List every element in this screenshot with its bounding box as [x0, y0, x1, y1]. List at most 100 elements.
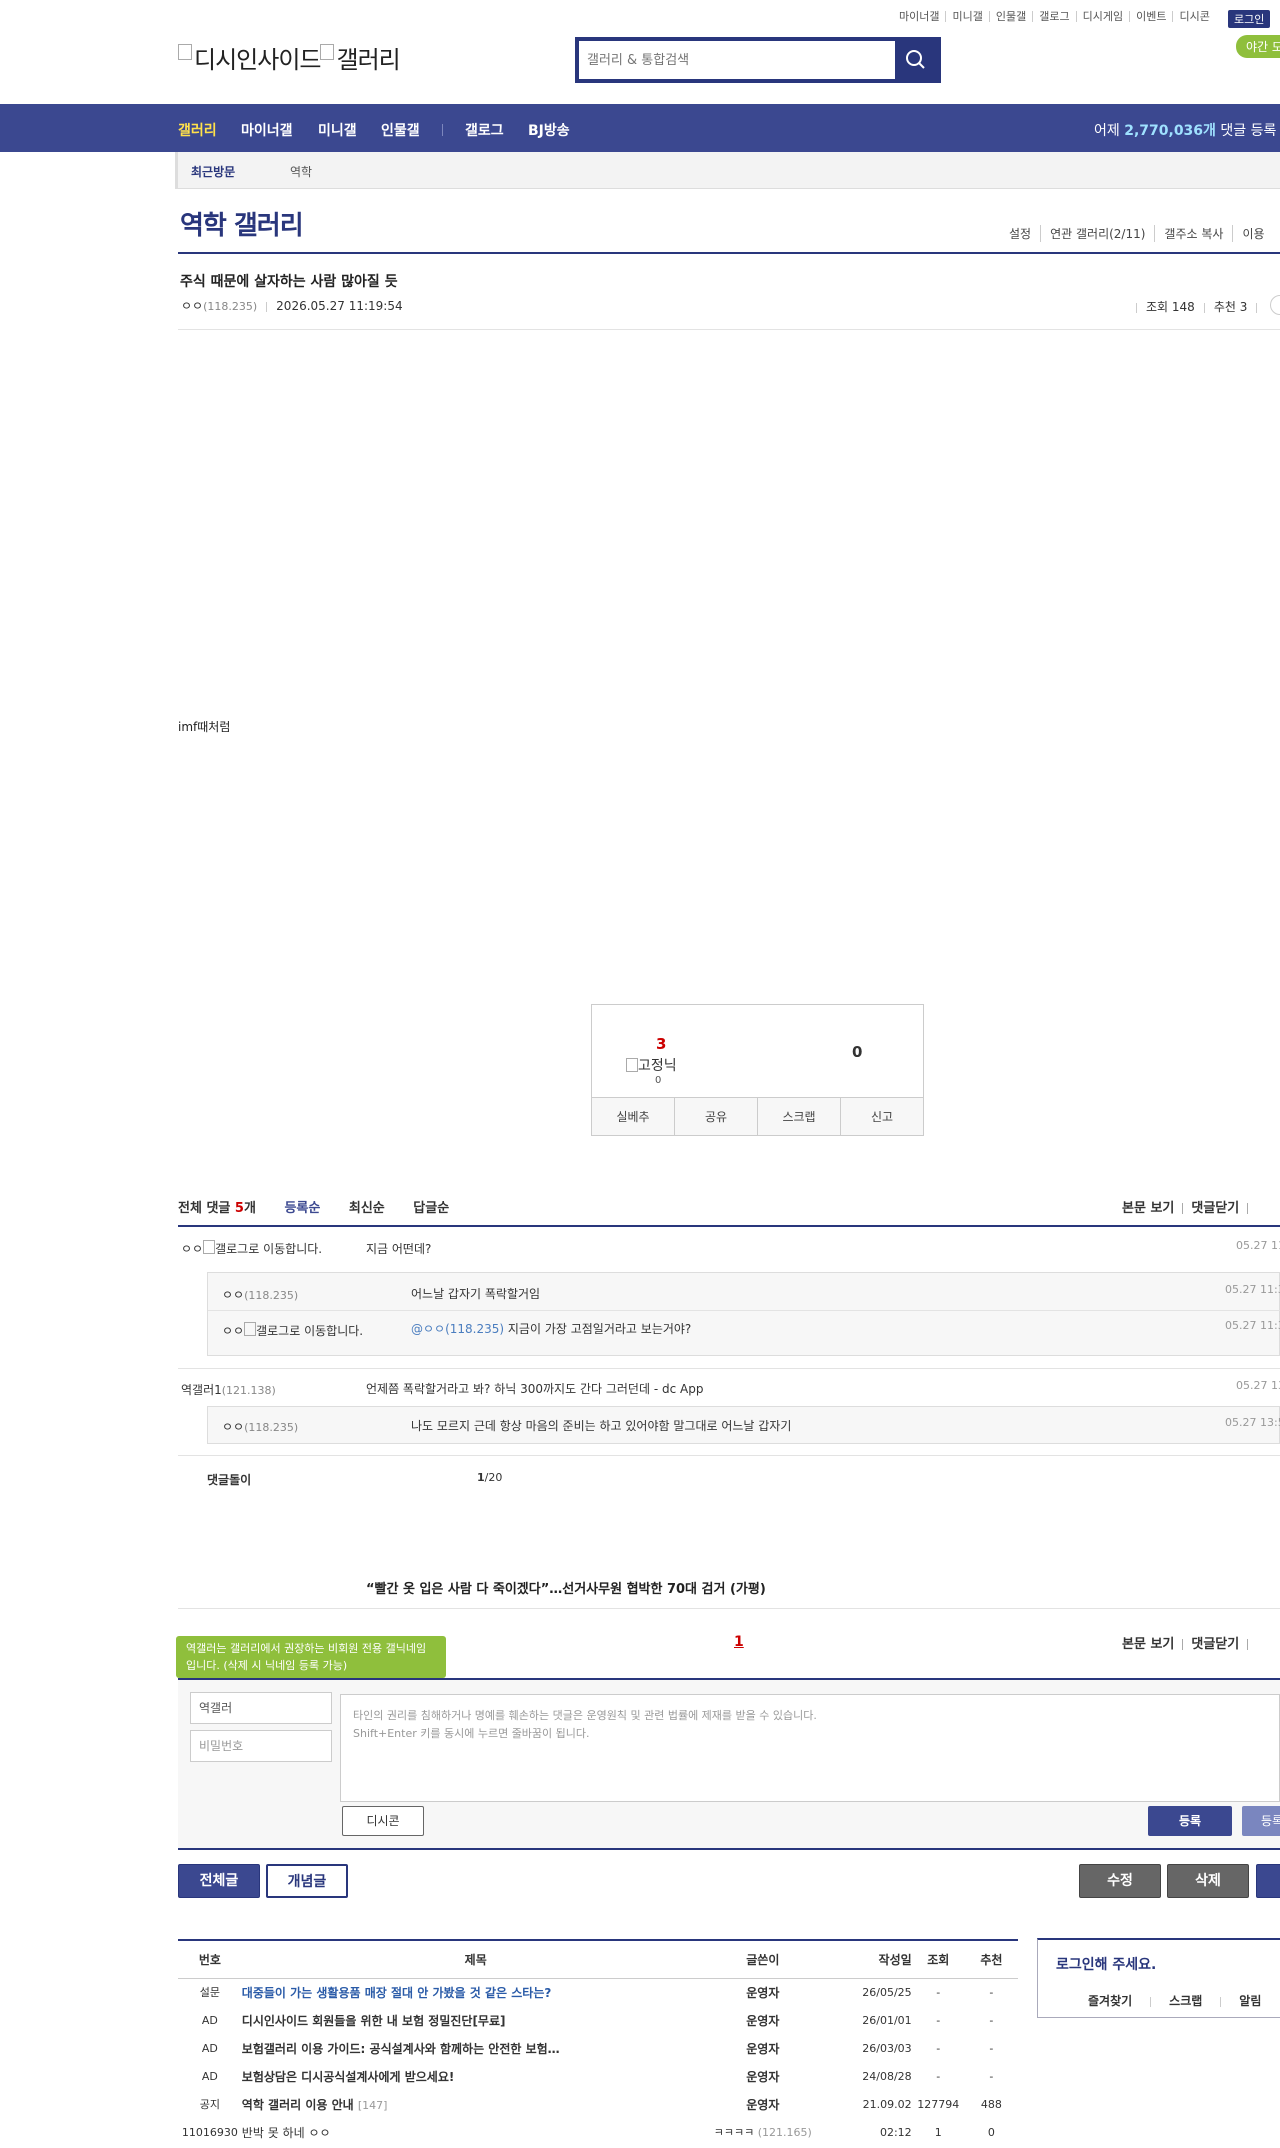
dccon-button[interactable]: 디시콘 [342, 1806, 424, 1836]
top-menu-item[interactable]: 마이너갤 [893, 11, 945, 22]
top-menu-item[interactable]: 디시콘 [1172, 11, 1215, 22]
top-menu-item[interactable]: 이벤트 [1129, 11, 1172, 22]
column-header: 번호 [178, 1940, 242, 1979]
table-row[interactable]: AD 디시인사이드 회원들을 위한 내 보험 정밀진단[무료] 운영자 26/0… [178, 2006, 1018, 2034]
favorites-link[interactable]: 즐겨찾기 [1088, 1994, 1132, 2008]
post-writer[interactable]: 운영자 [710, 2034, 816, 2062]
nav-minor-gallery[interactable]: 마이너갤 [241, 120, 293, 140]
night-mode-button[interactable]: 야간 모드 [1236, 35, 1280, 58]
nav-gallery[interactable]: 갤러리 [178, 120, 217, 140]
vote-box: 3 고정닉 0 0 실베추 공유 스크랩 신고 [591, 1004, 924, 1136]
table-row[interactable]: AD 보험상담은 디시공식설계사에게 받으세요! 운영자 24/08/28 - … [178, 2062, 1018, 2090]
related-gallery-link[interactable]: 연관 갤러리(2/11) [1040, 225, 1154, 242]
comment-author[interactable]: 역갤러1(121.138) [181, 1381, 276, 1398]
sort-registered[interactable]: 등록순 [284, 1201, 320, 1216]
table-row[interactable]: 설문 대중들이 가는 생활용품 매장 절대 안 가봤을 것 같은 스타는? 운영… [178, 1978, 1018, 2006]
comment-textarea[interactable]: 타인의 권리를 침해하거나 명예를 훼손하는 댓글은 운영원칙 및 관련 법률에… [340, 1694, 1280, 1802]
post-writer[interactable]: 운영자 [710, 2006, 816, 2034]
post-views: - [936, 2069, 941, 2083]
comment-text: 언제쯤 폭락할거라고 봐? 하닉 300까지도 간다 그러던데 - dc App [366, 1382, 704, 1396]
post-title-link[interactable]: 디시인사이드 회원들을 위한 내 보험 정밀진단[무료] [242, 2006, 710, 2034]
nav-mini-gallery[interactable]: 미니갤 [318, 120, 357, 140]
post-title-link[interactable]: 대중들이 가는 생활용품 매장 절대 안 가봤을 것 같은 스타는? [242, 1978, 710, 2006]
submit-recommend-button[interactable]: 등록 [1242, 1806, 1280, 1836]
post-rec: 0 [987, 2125, 995, 2139]
broken-image-icon [320, 44, 335, 60]
post-date: 2026.05.27 11:19:54 [276, 299, 403, 313]
comment-page-number[interactable]: 1 [734, 1634, 744, 1650]
nav-person-gallery[interactable]: 인물갤 [381, 120, 420, 140]
search-input[interactable] [579, 41, 889, 79]
view-body-link[interactable]: 본문 보기 [1122, 1637, 1174, 1652]
post-title-link[interactable]: 보험상담은 디시공식설계사에게 받으세요! [242, 2062, 710, 2090]
nav-gallog[interactable]: 갤로그 [465, 120, 504, 140]
search-button[interactable] [895, 41, 937, 79]
comment-mention[interactable]: @ㅇㅇ(118.235) [411, 1322, 504, 1336]
top-menu-item[interactable]: 미니갤 [945, 11, 988, 22]
comment-stat: 어제 2,770,036개 댓글 등록 [1094, 123, 1277, 139]
edit-button[interactable]: 수정 [1079, 1864, 1161, 1898]
comment-author[interactable]: ㅇㅇ 갤로그로 이동합니다. [181, 1240, 322, 1257]
main-nav: 갤러리 마이너갤 미니갤 인물갤 갤로그 BJ방송 어제 2,770,036개 … [0, 104, 1280, 152]
table-row[interactable]: AD 보험갤러리 이용 가이드: 공식설계사와 함께하는 안전한 보험… 운영자… [178, 2034, 1018, 2062]
password-field[interactable]: 비밀번호 [190, 1730, 332, 1762]
post-title-link[interactable]: 보험갤러리 이용 가이드: 공식설계사와 함께하는 안전한 보험… [242, 2034, 710, 2062]
post-title-link[interactable]: 역학 갤러리 이용 안내 [147] [242, 2090, 710, 2118]
table-row[interactable]: 11016930 반박 못 하네 ㅇㅇ ㅋㅋㅋㅋ (121.165) 02:12… [178, 2118, 1018, 2146]
write-button[interactable] [1256, 1864, 1280, 1898]
table-row[interactable]: 공지 역학 갤러리 이용 안내 [147] 운영자 21.09.02 12779… [178, 2090, 1018, 2118]
close-comments-link[interactable]: 댓글닫기 [1191, 1637, 1239, 1652]
news-link[interactable]: “빨간 옷 입은 사람 다 죽이겠다”…선거사무원 협박한 70대 검거 (가평… [366, 1578, 766, 1597]
post-writer[interactable]: 운영자 [710, 2062, 816, 2090]
concept-posts-button[interactable]: 개념글 [266, 1864, 348, 1898]
post-number: AD [201, 2041, 218, 2055]
notification-link[interactable]: 알림 [1239, 1994, 1261, 2008]
scrap-link[interactable]: 스크랩 [1169, 1994, 1202, 2008]
post-views: - [936, 2013, 941, 2027]
comment-author[interactable]: ㅇㅇ(118.235) [222, 1286, 298, 1303]
post-date: 24/08/28 [862, 2069, 912, 2083]
close-comments-link[interactable]: 댓글닫기 [1191, 1201, 1239, 1216]
comment-author[interactable]: ㅇㅇ(118.235) [222, 1418, 298, 1435]
all-posts-button[interactable]: 전체글 [178, 1864, 260, 1898]
comment-count: 5 [234, 1201, 244, 1216]
post-writer[interactable]: 운영자 [710, 1978, 816, 2006]
nickname-field[interactable]: 역갤러 [190, 1692, 332, 1724]
post-number: 공지 [199, 2098, 221, 2111]
top-menu-item[interactable]: 디시게임 [1075, 11, 1129, 22]
comment-bot-pager[interactable]: 1/20 [477, 1471, 502, 1484]
post-date: 21.09.02 [862, 2097, 912, 2111]
share-button[interactable]: 공유 [674, 1098, 757, 1135]
submit-comment-button[interactable]: 등록 [1148, 1806, 1232, 1836]
recent-visit-item[interactable]: 역학 [290, 163, 312, 180]
post-number: 11016930 [181, 2125, 238, 2139]
upvote-button[interactable]: 고정닉 [626, 1055, 677, 1075]
post-option-button[interactable] [1270, 295, 1280, 315]
divider [208, 1310, 1280, 1311]
post-author[interactable]: ㅇㅇ [181, 299, 203, 313]
top-menu-item[interactable]: 갤로그 [1032, 11, 1075, 22]
report-button[interactable]: 신고 [840, 1098, 923, 1135]
view-body-link[interactable]: 본문 보기 [1122, 1201, 1174, 1216]
comment-author[interactable]: ㅇㅇ 갤로그로 이동합니다. [222, 1322, 363, 1339]
sort-replies[interactable]: 답글순 [413, 1201, 449, 1216]
top-menu-item[interactable]: 인물갤 [988, 11, 1032, 22]
post-views: 127794 [917, 2097, 960, 2111]
usage-link[interactable]: 이용 [1232, 225, 1273, 242]
post-title-link[interactable]: 반박 못 하네 ㅇㅇ [242, 2118, 710, 2146]
nav-bj-broadcast[interactable]: BJ방송 [528, 120, 570, 140]
gallery-title[interactable]: 역학 갤러리 [180, 205, 304, 242]
sort-latest[interactable]: 최신순 [349, 1201, 385, 1216]
best-recommend-button[interactable]: 실베추 [592, 1098, 674, 1135]
copy-address-link[interactable]: 갤주소 복사 [1154, 225, 1232, 242]
post-writer[interactable]: 운영자 [710, 2090, 816, 2118]
post-writer[interactable]: ㅋㅋㅋㅋ (121.165) [710, 2118, 816, 2146]
post-date: 26/01/01 [862, 2013, 912, 2027]
scrap-button[interactable]: 스크랩 [757, 1098, 840, 1135]
login-button[interactable]: 로그인 [1228, 10, 1271, 28]
settings-link[interactable]: 설정 [1000, 225, 1040, 242]
delete-button[interactable]: 삭제 [1167, 1864, 1249, 1898]
site-logo[interactable]: 디시인사이드 갤러리 [178, 40, 401, 75]
login-prompt[interactable]: 로그인해 주세요. [1056, 1954, 1156, 1974]
post-stats: 조회 148 추천 3 [1127, 298, 1266, 315]
